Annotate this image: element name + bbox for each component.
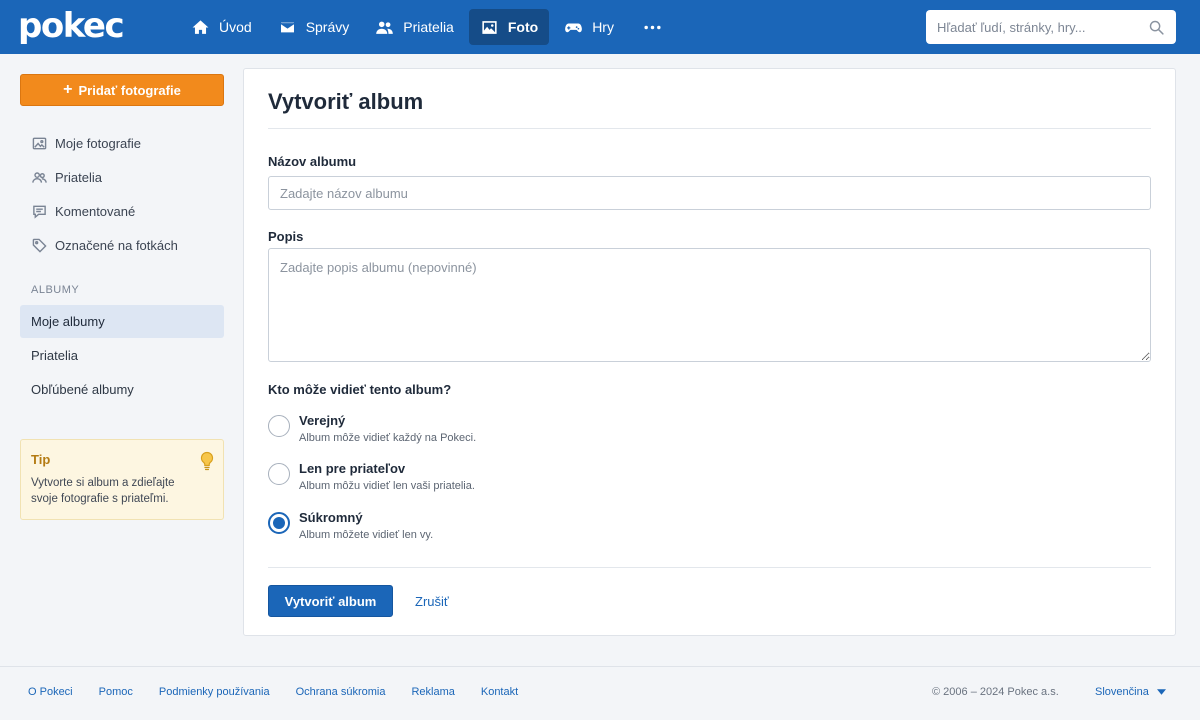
- album-description-textarea[interactable]: [268, 248, 1151, 362]
- footer-link-help[interactable]: Pomoc: [99, 686, 133, 698]
- top-navigation-bar: pokec Úvod Správy Priatelia Foto Hry: [0, 0, 1200, 54]
- description-label: Popis: [268, 229, 304, 244]
- radio-public[interactable]: [268, 415, 290, 437]
- lightbulb-icon: [200, 451, 214, 471]
- photo-icon: [482, 20, 497, 34]
- home-icon: [192, 19, 209, 34]
- nav-item-label: Priatelia: [403, 19, 454, 35]
- nav-item-friends[interactable]: Priatelia: [364, 9, 465, 45]
- tag-icon: [32, 238, 47, 253]
- search-icon[interactable]: [1148, 19, 1165, 36]
- radio-description: Album môže vidieť každý na Pokeci.: [299, 432, 477, 444]
- visibility-label: Kto môže vidieť tento album?: [268, 382, 452, 397]
- nav-item-label: Hry: [592, 19, 614, 35]
- radio-label: Verejný: [299, 413, 346, 428]
- albums-heading: ALBUMY: [31, 284, 80, 296]
- footer: O Pokeci Pomoc Podmienky používania Ochr…: [0, 666, 1200, 720]
- sidebar: + Pridať fotografie Moje fotografie Pria…: [20, 74, 224, 520]
- friends-icon: [32, 171, 47, 183]
- sidebar-item-friends-albums[interactable]: Priatelia: [20, 339, 224, 372]
- radio-private[interactable]: [268, 512, 290, 534]
- radio-description: Album môžete vidieť len vy.: [299, 529, 434, 541]
- album-list: Moje albumy Priatelia Obľúbené albumy: [20, 305, 224, 406]
- visibility-option-private[interactable]: Súkromný Album môžete vidieť len vy.: [268, 510, 668, 550]
- nav-item-label: Správy: [305, 19, 350, 35]
- plus-icon: +: [63, 81, 73, 98]
- friends-icon: [376, 21, 394, 34]
- footer-links: O Pokeci Pomoc Podmienky používania Ochr…: [28, 686, 518, 698]
- visibility-option-public[interactable]: Verejný Album môže vidieť každý na Pokec…: [268, 413, 668, 453]
- nav-item-messages[interactable]: Správy: [267, 9, 361, 45]
- photo-menu: Moje fotografie Priatelia Komentované Oz…: [20, 126, 224, 262]
- album-name-label: Názov albumu: [268, 154, 357, 169]
- caret-down-icon: [1156, 689, 1166, 695]
- divider: [268, 128, 1151, 129]
- mail-icon: [279, 20, 295, 34]
- create-album-button[interactable]: Vytvoriť album: [268, 585, 393, 617]
- sidebar-item-my-photos[interactable]: Moje fotografie: [20, 126, 224, 160]
- tip-title: Tip: [31, 452, 51, 467]
- radio-description: Album môžu vidieť len vaši priatelia.: [299, 480, 475, 492]
- cancel-link[interactable]: Zrušiť: [415, 594, 449, 609]
- search-input[interactable]: [926, 10, 1148, 44]
- visibility-option-friends[interactable]: Len pre priateľov Album môžu vidieť len …: [268, 461, 668, 501]
- radio-label: Len pre priateľov: [299, 461, 406, 476]
- footer-link-ads[interactable]: Reklama: [411, 686, 454, 698]
- language-selector[interactable]: Slovenčina: [1095, 686, 1166, 698]
- more-dots-icon: [644, 25, 661, 29]
- nav-item-photo[interactable]: Foto: [468, 9, 550, 45]
- nav-item-games[interactable]: Hry: [553, 9, 625, 45]
- add-photos-button[interactable]: + Pridať fotografie: [20, 74, 224, 106]
- nav-item-label: Foto: [507, 19, 539, 35]
- comment-icon: [33, 205, 46, 219]
- divider: [268, 567, 1151, 568]
- footer-link-terms[interactable]: Podmienky používania: [159, 686, 270, 698]
- footer-link-privacy[interactable]: Ochrana súkromia: [296, 686, 386, 698]
- sidebar-item-my-albums[interactable]: Moje albumy: [20, 305, 224, 338]
- nav-item-label: Úvod: [219, 19, 252, 35]
- sidebar-item-label: Priatelia: [55, 169, 102, 185]
- sidebar-item-favorite-albums[interactable]: Obľúbené albumy: [20, 373, 224, 406]
- nav-item-home[interactable]: Úvod: [180, 9, 263, 45]
- page-title: Vytvoriť album: [268, 89, 424, 114]
- sidebar-item-label: Označené na fotkách: [55, 237, 178, 253]
- language-label: Slovenčina: [1095, 686, 1149, 698]
- footer-link-about[interactable]: O Pokeci: [28, 686, 73, 698]
- sidebar-item-label: Moje fotografie: [55, 135, 141, 151]
- album-name-input[interactable]: [268, 176, 1151, 210]
- radio-label: Súkromný: [299, 510, 363, 525]
- tip-box: Tip Vytvorte si album a zdieľajte svoje …: [20, 439, 224, 520]
- main-nav: Úvod Správy Priatelia Foto Hry: [180, 9, 676, 45]
- footer-link-contact[interactable]: Kontakt: [481, 686, 518, 698]
- image-icon: [32, 137, 47, 149]
- sidebar-item-label: Komentované: [55, 203, 136, 219]
- create-album-card: Vytvoriť album Názov albumu Popis Kto mô…: [243, 68, 1176, 636]
- sidebar-item-friends[interactable]: Priatelia: [20, 160, 224, 194]
- copyright-text: © 2006 – 2024 Pokec a.s.: [932, 686, 1059, 698]
- sidebar-item-commented[interactable]: Komentované: [20, 194, 224, 228]
- radio-friends[interactable]: [268, 463, 290, 485]
- tip-text: Vytvorte si album a zdieľajte svoje foto…: [31, 477, 175, 505]
- add-photos-label: Pridať fotografie: [78, 82, 181, 98]
- search-box: [926, 10, 1176, 44]
- pokec-logo[interactable]: pokec: [18, 6, 125, 46]
- gamepad-icon: [565, 23, 583, 32]
- sidebar-item-tagged[interactable]: Označené na fotkách: [20, 228, 224, 262]
- nav-more-button[interactable]: [629, 9, 676, 45]
